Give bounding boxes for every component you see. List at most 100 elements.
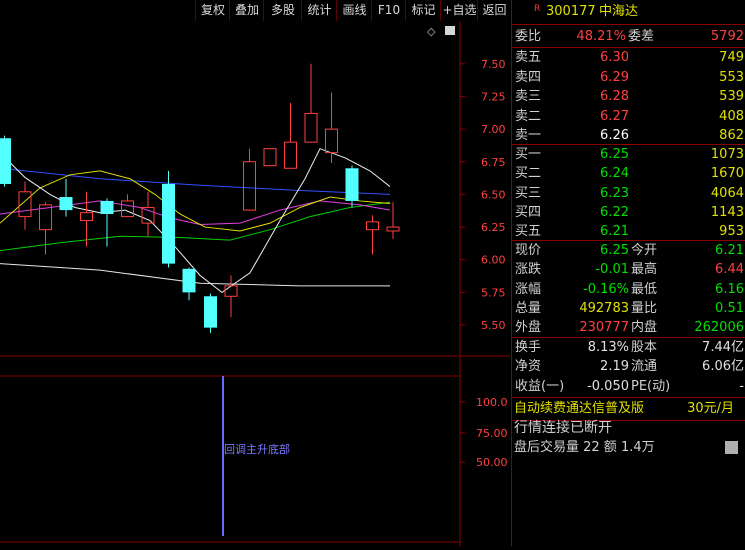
stat-value: 6.25 bbox=[600, 243, 629, 258]
toolbar-button-6[interactable]: 标记 bbox=[405, 0, 441, 21]
divider bbox=[512, 24, 745, 25]
stat-label: 外盘 bbox=[515, 320, 542, 336]
candle-body bbox=[59, 197, 73, 211]
window-square-icon[interactable] bbox=[445, 26, 455, 35]
toolbar-button-3[interactable]: 统计 bbox=[301, 0, 337, 21]
toolbar-button-2[interactable]: 多股 bbox=[263, 0, 302, 21]
stat-row: 涨跌 -0.01 最高 6.44 bbox=[512, 260, 745, 279]
toolbar-button-8[interactable]: 返回 bbox=[477, 0, 511, 21]
level-label: 买一 bbox=[515, 147, 542, 162]
stat-label: 涨幅 bbox=[515, 281, 542, 297]
stat-value: 0.51 bbox=[715, 300, 744, 316]
indicator-tick-label: 75.00 bbox=[476, 427, 508, 440]
fin-value: -0.050 bbox=[587, 378, 629, 394]
r-mark: R bbox=[534, 4, 541, 14]
y-tick-label: 5.50 bbox=[481, 319, 506, 332]
y-tick-label: 6.25 bbox=[481, 221, 506, 234]
level-volume: 408 bbox=[719, 108, 744, 124]
kline-chart[interactable]: ◇ 7.50 7.25 7.00 6.75 6.50 6.25 6.00 5.75 5.50 1… bbox=[0, 22, 510, 546]
stat-value: 6.16 bbox=[715, 281, 744, 297]
fin-value: 8.13% bbox=[587, 340, 629, 355]
weibi-value: 48.21% bbox=[576, 29, 626, 44]
quote-panel: R 300177 中海达 委比 48.21% 委差 5792 卖五 6.30 749… bbox=[511, 0, 745, 546]
fin-label: 流通 bbox=[631, 359, 658, 375]
y-tick-label: 5.75 bbox=[481, 286, 506, 299]
signal-label: 回调主升底部 bbox=[224, 442, 290, 456]
level-volume: 553 bbox=[719, 69, 744, 85]
level-volume: 862 bbox=[719, 128, 744, 143]
stat-value: 6.21 bbox=[715, 243, 744, 258]
sell-row[interactable]: 卖二 6.27 408 bbox=[512, 107, 745, 126]
sell-row[interactable]: 卖一 6.26 862 bbox=[512, 126, 745, 145]
promo-row[interactable]: 自动续费通达信普及版 30元/月 bbox=[512, 399, 745, 419]
level-label: 卖一 bbox=[515, 128, 542, 143]
level-price: 6.21 bbox=[600, 224, 629, 240]
stat-label: 涨跌 bbox=[515, 262, 542, 278]
level-price: 6.22 bbox=[600, 204, 629, 220]
stat-label: 今开 bbox=[631, 243, 658, 258]
fin-label: 股本 bbox=[631, 340, 658, 355]
indicator-tick-label: 100.0 bbox=[476, 396, 508, 409]
sell-row[interactable]: 卖五 6.30 749 bbox=[512, 48, 745, 67]
buy-row[interactable]: 买四 6.22 1143 bbox=[512, 203, 745, 222]
candle-body bbox=[0, 138, 11, 184]
signal-bar bbox=[222, 376, 224, 536]
fin-row: 收益(一) -0.050 PE(动) - bbox=[512, 377, 745, 396]
level-label: 买五 bbox=[515, 224, 542, 240]
y-tick-label: 6.75 bbox=[481, 156, 506, 169]
level-label: 买二 bbox=[515, 166, 542, 182]
level-label: 买三 bbox=[515, 185, 542, 201]
stock-name: 中海达 bbox=[599, 4, 639, 19]
buy-row[interactable]: 买五 6.21 953 bbox=[512, 222, 745, 241]
fin-label: 换手 bbox=[515, 340, 542, 355]
level-volume: 1670 bbox=[710, 166, 744, 182]
level-label: 卖二 bbox=[515, 108, 542, 124]
toolbar-button-7[interactable]: +自选 bbox=[440, 0, 478, 21]
stat-value: 262006 bbox=[694, 320, 744, 336]
promo-price[interactable]: 30元/月 bbox=[687, 399, 734, 418]
stock-code: 300177 bbox=[546, 4, 596, 19]
candle-body bbox=[345, 168, 359, 201]
stat-value: 230777 bbox=[579, 320, 629, 336]
toolbar-button-5[interactable]: F10 bbox=[371, 0, 406, 21]
level-price: 6.28 bbox=[600, 89, 629, 104]
buy-row[interactable]: 买二 6.24 1670 bbox=[512, 164, 745, 183]
sell-row[interactable]: 卖四 6.29 553 bbox=[512, 68, 745, 87]
diamond-icon[interactable]: ◇ bbox=[427, 25, 436, 38]
toolbar-button-1[interactable]: 叠加 bbox=[229, 0, 264, 21]
level-volume: 749 bbox=[719, 50, 744, 65]
stat-row: 外盘 230777 内盘 262006 bbox=[512, 318, 745, 337]
level-price: 6.25 bbox=[600, 147, 629, 162]
stat-label: 最低 bbox=[631, 281, 658, 297]
y-tick-label: 6.00 bbox=[481, 254, 506, 267]
minichart-icon[interactable] bbox=[725, 441, 738, 454]
level-label: 买四 bbox=[515, 204, 542, 220]
chart-area[interactable]: ◇ 7.50 7.25 7.00 6.75 6.50 6.25 6.00 5.75 5.50 1… bbox=[0, 22, 510, 546]
candle[interactable] bbox=[0, 135, 11, 187]
fin-value: 7.44亿 bbox=[702, 340, 744, 355]
fin-label: 净资 bbox=[515, 359, 542, 375]
weibi-label: 委比 bbox=[515, 29, 542, 44]
candle-body bbox=[100, 200, 114, 214]
after-hours-volume: 盘后交易量 22 额 1.4万 bbox=[514, 440, 655, 455]
weidiff-label: 委差 bbox=[628, 29, 655, 44]
fin-row: 净资 2.19 流通 6.06亿 bbox=[512, 357, 745, 376]
chart-background bbox=[0, 22, 510, 546]
promo-text[interactable]: 自动续费通达信普及版 bbox=[514, 399, 644, 418]
stat-label: 总量 bbox=[515, 300, 542, 316]
buy-row[interactable]: 买一 6.25 1073 bbox=[512, 145, 745, 164]
candle[interactable] bbox=[204, 293, 217, 333]
candle[interactable] bbox=[162, 170, 175, 268]
stock-header: R 300177 中海达 bbox=[512, 2, 745, 24]
buy-row[interactable]: 买三 6.23 4064 bbox=[512, 184, 745, 203]
level-volume: 953 bbox=[719, 224, 744, 240]
toolbar-button-4[interactable]: 画线 bbox=[336, 0, 372, 21]
sell-row[interactable]: 卖三 6.28 539 bbox=[512, 87, 745, 106]
level-price: 6.24 bbox=[600, 166, 629, 182]
level-volume: 4064 bbox=[710, 185, 744, 201]
toolbar-button-0[interactable]: 复权 bbox=[195, 0, 230, 21]
level-volume: 1143 bbox=[710, 204, 744, 220]
indicator-tick-label: 50.00 bbox=[476, 456, 508, 469]
candle-body bbox=[204, 296, 217, 328]
fin-value: 6.06亿 bbox=[702, 359, 744, 375]
